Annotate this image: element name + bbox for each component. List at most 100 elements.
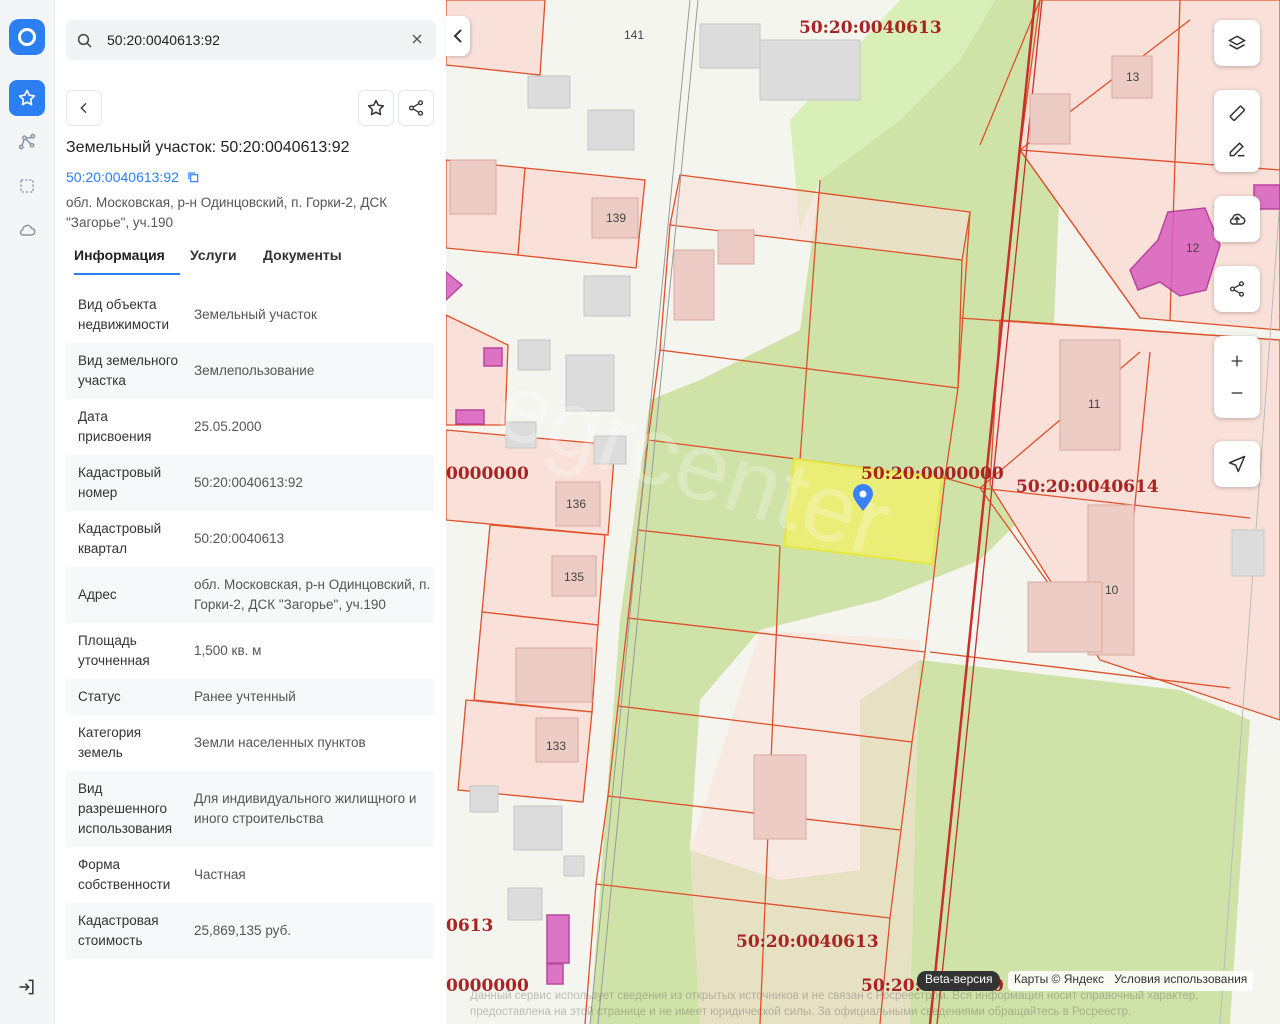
info-table: Вид объекта недвижимости Земельный участо… — [66, 287, 434, 959]
row-key: Адрес — [78, 587, 117, 602]
row-value: Земли населенных пунктов — [194, 735, 366, 750]
share-button[interactable] — [398, 90, 434, 126]
disclaimer-text: Данный сервис использует сведения из отк… — [470, 990, 1199, 1018]
chevron-left-icon — [80, 102, 87, 114]
back-button[interactable] — [66, 90, 102, 126]
row-key: Форма собственности — [78, 857, 171, 892]
zoom-out-icon[interactable] — [1229, 385, 1245, 401]
polyline-icon — [18, 133, 36, 150]
row-key: Вид земельного участка — [78, 353, 179, 388]
tab-documents[interactable]: Документы — [263, 247, 342, 263]
cadastral-link[interactable]: 50:20:0040613:92 — [66, 169, 200, 185]
table-row: Категория земель Земли населенных пунктов — [66, 715, 434, 771]
search-bar[interactable]: 50:20:0040613:92 — [66, 20, 436, 60]
quarter-label: 0000000 — [446, 464, 529, 484]
house-number: 139 — [606, 211, 627, 225]
table-row: Кадастровый квартал 50:20:0040613 — [66, 511, 434, 567]
house-number: 11 — [1088, 397, 1101, 411]
row-key: Площадь уточненная — [78, 633, 150, 668]
clear-search-button[interactable] — [409, 31, 425, 52]
ruler-icon[interactable] — [1227, 103, 1247, 123]
app-logo[interactable] — [9, 19, 45, 55]
my-location-button[interactable] — [1214, 441, 1260, 487]
quarter-label: 0613 — [446, 916, 494, 936]
active-tab-indicator — [74, 273, 180, 275]
dashed-square-icon — [20, 179, 34, 193]
zoom-controls — [1214, 336, 1260, 418]
page-title: Земельный участок: 50:20:0040613:92 — [66, 139, 350, 156]
close-icon — [412, 34, 422, 44]
search-input[interactable]: 50:20:0040613:92 — [107, 32, 220, 48]
row-key: Вид разрешенного использования — [78, 781, 173, 836]
share-icon — [408, 100, 424, 116]
star-icon — [367, 99, 385, 116]
table-row: Статус Ранее учтенный — [66, 679, 434, 715]
house-number: 13 — [1126, 70, 1140, 84]
map-view[interactable]: egrcenter 50:20:0040613 50:20:0000000 50… — [446, 0, 1280, 1024]
upload-button[interactable] — [1214, 196, 1260, 242]
location-pin-icon[interactable] — [851, 484, 875, 517]
row-key: Дата присвоения — [78, 409, 152, 444]
layers-icon — [1227, 35, 1247, 50]
row-key: Статус — [78, 689, 121, 704]
row-value: Частная — [194, 867, 246, 882]
row-value: обл. Московская, р-н Одинцовский, п. Гор… — [194, 577, 431, 612]
table-row: Площадь уточненная 1,500 кв. м — [66, 623, 434, 679]
table-row: Адрес обл. Московская, р-н Одинцовский, п… — [66, 567, 434, 623]
left-rail — [0, 0, 55, 1024]
table-row: Кадастровая стоимость 25,869,135 руб. — [66, 903, 434, 959]
cloud-icon — [19, 224, 36, 236]
house-number: 10 — [1105, 583, 1119, 597]
cloud-upload-icon — [1229, 213, 1246, 225]
tabs: Информация Услуги Документы — [66, 243, 436, 275]
row-value: 50:20:0040613 — [194, 531, 285, 546]
house-number: 141 — [624, 28, 645, 42]
logout-button[interactable] — [17, 977, 37, 1002]
house-number: 136 — [566, 497, 587, 511]
measure-tools — [1214, 90, 1260, 172]
chevron-left-icon — [453, 29, 462, 43]
login-icon — [19, 979, 34, 995]
collapse-panel-button[interactable] — [446, 16, 470, 56]
cloud-button[interactable] — [9, 212, 45, 248]
table-row: Дата присвоения 25.05.2000 — [66, 399, 434, 455]
row-key: Вид объекта недвижимости — [78, 297, 170, 332]
table-row: Вид земельного участка Землепользование — [66, 343, 434, 399]
row-value: Землепользование — [194, 363, 315, 378]
search-icon — [76, 32, 94, 55]
house-number: 12 — [1186, 241, 1200, 255]
edit-icon[interactable] — [1227, 139, 1247, 159]
quarter-label: 50:20:0000000 — [861, 464, 1004, 484]
tab-services[interactable]: Услуги — [190, 247, 237, 263]
row-value: 25.05.2000 — [194, 419, 262, 434]
map-share-button[interactable] — [1214, 266, 1260, 312]
route-button[interactable] — [9, 124, 45, 160]
table-row: Форма собственности Частная — [66, 847, 434, 903]
quarter-label: 50:20:0040613 — [736, 932, 879, 952]
house-number: 135 — [564, 570, 585, 584]
layers-button[interactable] — [1214, 20, 1260, 66]
row-key: Кадастровый номер — [78, 465, 162, 500]
terms-link[interactable]: Условия использования — [1114, 972, 1247, 986]
share-icon — [1229, 281, 1245, 297]
favorites-button[interactable] — [9, 80, 45, 116]
row-key: Категория земель — [78, 725, 142, 760]
row-value: Ранее учтенный — [194, 689, 296, 704]
quarter-label: 50:20:0040614 — [1016, 477, 1159, 497]
star-icon — [18, 89, 36, 106]
area-select-button[interactable] — [9, 168, 45, 204]
copy-icon[interactable] — [186, 170, 200, 184]
cadastral-link-text[interactable]: 50:20:0040613:92 — [66, 169, 179, 185]
favorite-button[interactable] — [358, 90, 394, 126]
tab-info[interactable]: Информация — [74, 247, 165, 263]
row-value: Для индивидуального жилищного и иного ст… — [194, 791, 417, 826]
row-value: 1,500 кв. м — [194, 643, 262, 658]
info-panel: 50:20:0040613:92 Земельный участок: 50:2… — [55, 0, 446, 1024]
table-row: Вид объекта недвижимости Земельный участо… — [66, 287, 434, 343]
map-attribution: Карты © Яндекс Условия использования — [1008, 971, 1254, 991]
zoom-in-icon[interactable] — [1229, 353, 1245, 369]
row-key: Кадастровый квартал — [78, 521, 162, 556]
attribution-text: Карты © Яндекс — [1014, 972, 1105, 986]
navigation-icon — [1228, 455, 1246, 473]
quarter-label: 50:20:0040613 — [799, 18, 942, 38]
